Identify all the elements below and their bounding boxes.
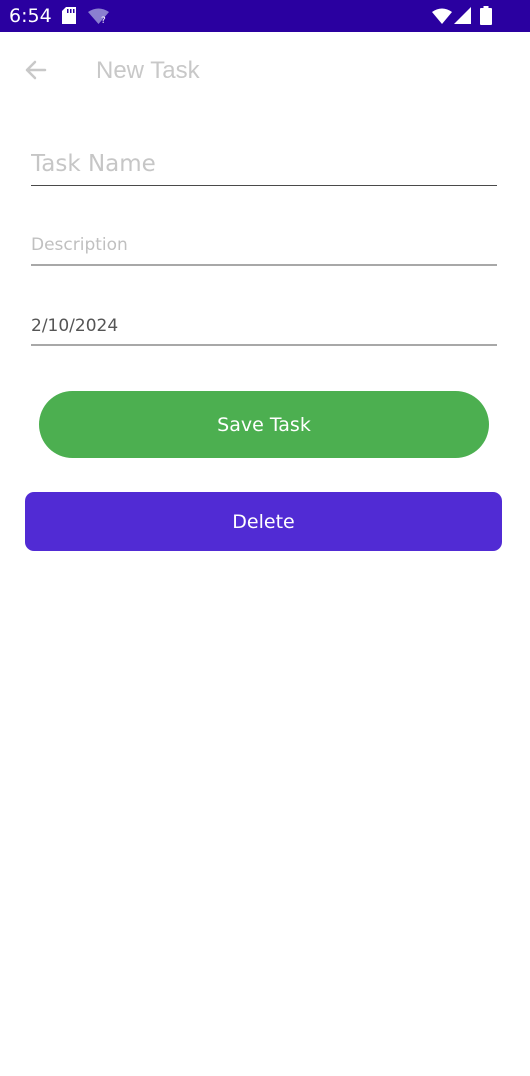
page-title: New Task	[96, 57, 200, 84]
task-name-input[interactable]	[31, 146, 497, 182]
date-picker[interactable]: 2/10/2024	[31, 311, 497, 341]
sd-card-icon	[62, 7, 76, 24]
description-underline	[31, 264, 497, 266]
arrow-left-icon[interactable]	[20, 54, 52, 86]
save-task-button[interactable]: Save Task	[39, 391, 489, 458]
task-name-field	[31, 146, 497, 186]
wifi-unknown-icon: ?	[88, 8, 109, 24]
status-bar: 6:54 ?	[0, 0, 530, 32]
date-field: 2/10/2024	[31, 311, 497, 346]
cell-signal-icon	[454, 7, 471, 24]
delete-button[interactable]: Delete	[25, 492, 502, 551]
svg-text:?: ?	[101, 16, 106, 24]
description-field	[31, 230, 497, 266]
task-name-underline	[31, 185, 497, 186]
description-input[interactable]	[31, 230, 497, 260]
battery-icon	[480, 6, 492, 25]
status-time: 6:54	[9, 5, 52, 27]
date-underline	[31, 344, 497, 346]
wifi-icon	[432, 8, 452, 24]
